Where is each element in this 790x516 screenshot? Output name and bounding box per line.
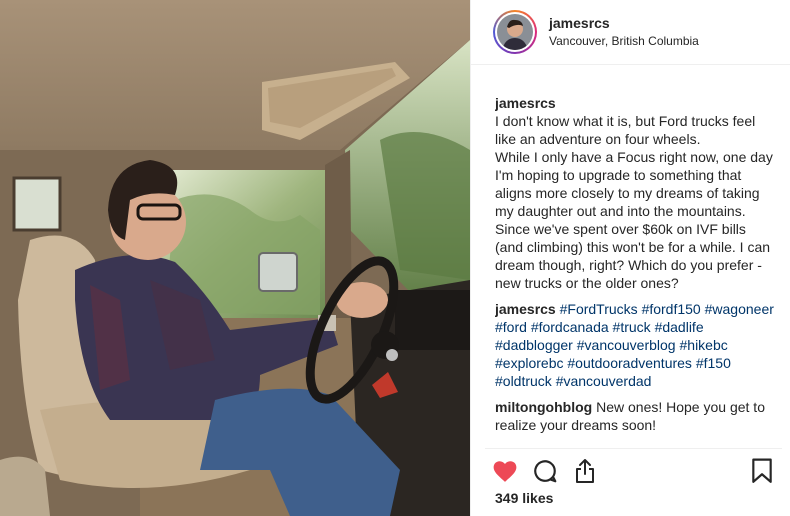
hashtag-link[interactable]: #vancouverdad [556, 373, 652, 389]
post-side-panel: jamesrcs Vancouver, British Columbia jam… [470, 0, 790, 516]
bookmark-icon [752, 458, 772, 483]
hashtag-link[interactable]: #truck [613, 319, 651, 335]
hashtag-link[interactable]: #hikebc [680, 337, 728, 353]
hashtag-link[interactable]: #vancouverblog [577, 337, 676, 353]
likes-count[interactable]: 349 likes [495, 490, 553, 506]
save-button[interactable] [742, 451, 782, 491]
header-username[interactable]: jamesrcs [549, 14, 699, 32]
hashtag-link[interactable]: #ford [495, 319, 527, 335]
hashtag-link[interactable]: #wagoneer [705, 301, 774, 317]
hashtag-link[interactable]: #fordcanada [531, 319, 609, 335]
post-photo[interactable] [0, 0, 470, 516]
truck-interior-photo [0, 0, 470, 516]
hashtag-link[interactable]: #explorebc [495, 355, 564, 371]
heart-icon [493, 461, 517, 482]
caption-text: I don't know what it is, but Ford trucks… [495, 113, 773, 291]
hashtag-comment-username[interactable]: jamesrcs [495, 301, 556, 317]
reply-comment: miltongohblog New ones! Hope you get to … [495, 398, 776, 434]
hashtag-comment: jamesrcs #FordTrucks #fordf150 #wagoneer… [495, 300, 776, 390]
hashtag-link[interactable]: #outdooradventures [567, 355, 692, 371]
caption-username[interactable]: jamesrcs [495, 95, 556, 111]
hashtag-link[interactable]: #f150 [696, 355, 731, 371]
hashtag-link[interactable]: #fordf150 [642, 301, 701, 317]
hashtag-link[interactable]: #oldtruck [495, 373, 552, 389]
comments-list: jamesrcs I don't know what it is, but Fo… [495, 76, 776, 438]
like-button[interactable] [485, 451, 525, 491]
hashtag-link[interactable]: #dadblogger [495, 337, 573, 353]
action-bar [485, 448, 782, 493]
post-header: jamesrcs Vancouver, British Columbia [471, 0, 790, 65]
comment-button[interactable] [525, 451, 565, 491]
caption-comment: jamesrcs I don't know what it is, but Fo… [495, 76, 776, 292]
avatar-image [497, 14, 533, 50]
post-location[interactable]: Vancouver, British Columbia [549, 32, 699, 50]
reply-comment-username[interactable]: miltongohblog [495, 399, 592, 415]
share-button[interactable] [565, 451, 605, 491]
share-icon [576, 459, 594, 483]
comment-icon [534, 460, 557, 483]
hashtag-link[interactable]: #dadlife [655, 319, 704, 335]
avatar[interactable] [493, 10, 537, 54]
hashtag-link[interactable]: #FordTrucks [560, 301, 638, 317]
instagram-post: jamesrcs Vancouver, British Columbia jam… [0, 0, 790, 516]
